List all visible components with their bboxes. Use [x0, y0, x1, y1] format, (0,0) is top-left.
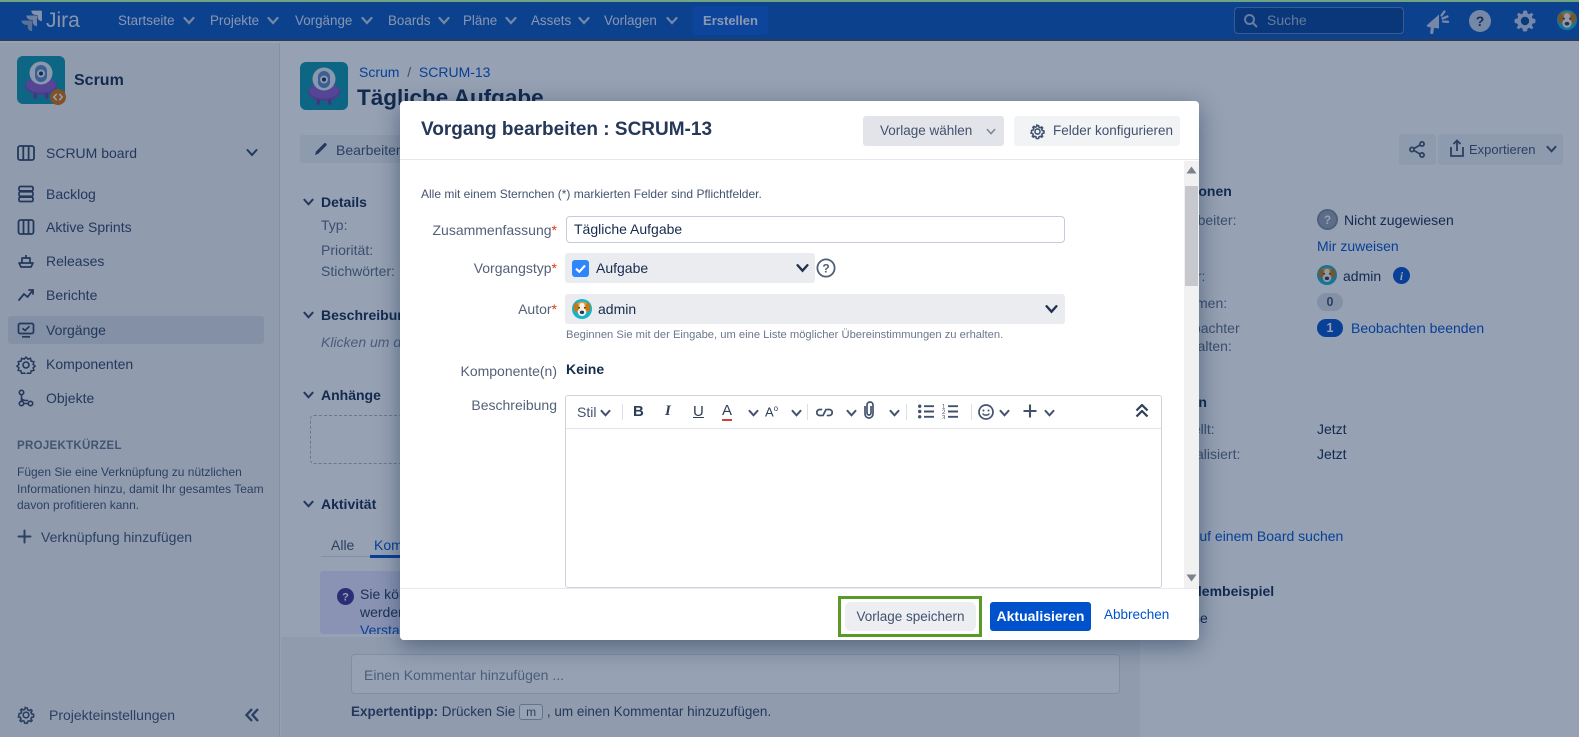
svg-text:?: ?: [822, 261, 829, 275]
svg-text:3: 3: [942, 416, 946, 420]
